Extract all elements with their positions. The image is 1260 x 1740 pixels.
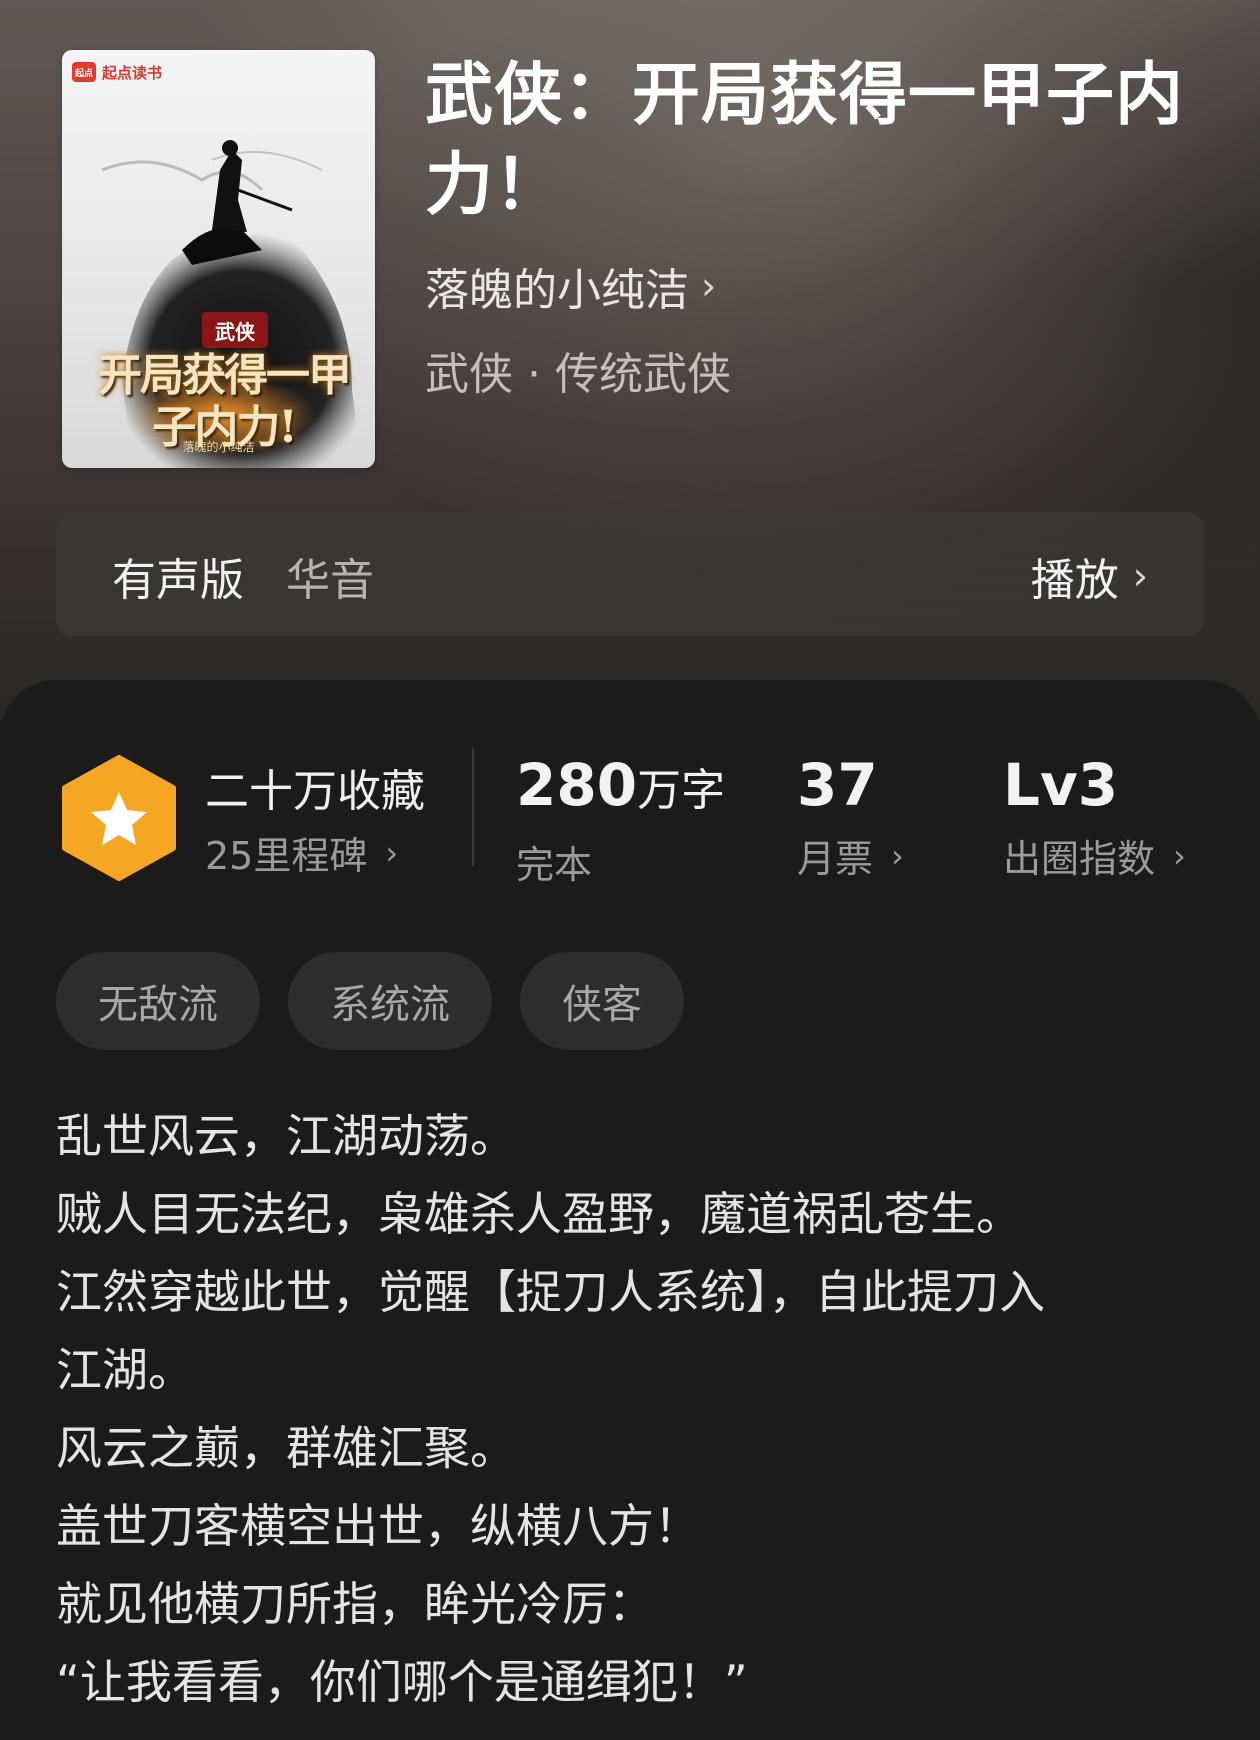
milestone-link[interactable]: 25里程碑 › bbox=[205, 825, 398, 880]
tag-chip[interactable]: 系统流 bbox=[288, 952, 492, 1050]
synopsis-line: 风云之巅，群雄汇聚。 bbox=[56, 1421, 516, 1475]
word-count-value: 280 bbox=[516, 751, 638, 819]
monthly-votes-label: 月票 bbox=[797, 837, 874, 881]
circle-index-value: Lv3 bbox=[1003, 751, 1119, 819]
play-label: 播放 bbox=[1030, 555, 1119, 606]
monthly-votes-stat[interactable]: 37 月票 › bbox=[797, 750, 904, 883]
circle-index-stat[interactable]: Lv3 出圈指数 › bbox=[1003, 750, 1186, 883]
tag-chip[interactable]: 侠客 bbox=[520, 952, 684, 1050]
stats-divider bbox=[472, 748, 474, 866]
book-synopsis[interactable]: 乱世风云，江湖动荡。 贼人目无法纪，枭雄杀人盈野，魔道祸乱苍生。 江然穿越此世，… bbox=[56, 1097, 1216, 1721]
chevron-right-icon: › bbox=[1132, 554, 1148, 598]
cover-brand: 起点 起点读书 bbox=[72, 60, 162, 84]
synopsis-line: 江然穿越此世，觉醒【捉刀人系统】，自此提刀入 bbox=[56, 1265, 1045, 1319]
monthly-votes-value: 37 bbox=[797, 751, 878, 819]
book-cover[interactable]: 起点 起点读书 武侠 开局获得一甲子内力! 落魄的小纯洁 bbox=[62, 50, 375, 468]
brand-logo-icon: 起点 bbox=[72, 62, 96, 82]
chevron-right-icon: › bbox=[891, 836, 904, 875]
chevron-right-icon: › bbox=[701, 264, 717, 308]
tag-list: 无敌流 系统流 侠客 bbox=[56, 952, 684, 1050]
chevron-right-icon: › bbox=[385, 833, 399, 872]
synopsis-line: 乱世风云，江湖动荡。 bbox=[56, 1109, 516, 1163]
synopsis-line: “让我看看，你们哪个是通缉犯！” bbox=[56, 1655, 748, 1709]
completion-status: 完本 bbox=[516, 843, 593, 887]
word-count-stat: 280万字 完本 bbox=[516, 750, 725, 889]
author-name: 落魄的小纯洁 bbox=[425, 265, 689, 316]
chevron-right-icon: › bbox=[1173, 836, 1186, 875]
book-category: 武侠 · 传统武侠 bbox=[425, 349, 731, 400]
book-title: 武侠：开局获得一甲子内力！ bbox=[425, 55, 1185, 225]
circle-index-label: 出圈指数 bbox=[1003, 837, 1156, 881]
book-header: 起点 起点读书 武侠 开局获得一甲子内力! 落魄的小纯洁 武侠：开局获得一甲子内… bbox=[0, 0, 1260, 720]
star-icon bbox=[62, 755, 176, 881]
author-link[interactable]: 落魄的小纯洁 › bbox=[425, 256, 716, 316]
play-button[interactable]: 播放 › bbox=[1031, 544, 1148, 608]
synopsis-line: 江湖。 bbox=[56, 1343, 194, 1397]
synopsis-line: 贼人目无法纪，枭雄杀人盈野，魔道祸乱苍生。 bbox=[56, 1187, 1022, 1241]
audio-edition-bar[interactable]: 有声版 华音 播放 › bbox=[56, 512, 1204, 636]
cover-author: 落魄的小纯洁 bbox=[182, 440, 255, 454]
audio-edition-label: 有声版 bbox=[112, 555, 244, 606]
book-detail-panel: 二十万收藏 25里程碑 › 280万字 完本 37 月票 › Lv3 出圈指数 … bbox=[0, 680, 1260, 1740]
word-count-unit: 万字 bbox=[637, 765, 726, 816]
audio-narrator: 华音 bbox=[286, 555, 374, 606]
synopsis-line: 就见他横刀所指，眸光冷厉： bbox=[56, 1577, 654, 1631]
tag-chip[interactable]: 无敌流 bbox=[56, 952, 260, 1050]
cover-brand-name: 起点读书 bbox=[102, 63, 163, 82]
milestone-count: 25里程碑 bbox=[205, 834, 368, 878]
favorites-milestone: 二十万收藏 bbox=[205, 766, 425, 817]
cover-genre: 武侠 bbox=[202, 312, 268, 348]
synopsis-line: 盖世刀客横空出世，纵横八方！ bbox=[56, 1499, 700, 1553]
